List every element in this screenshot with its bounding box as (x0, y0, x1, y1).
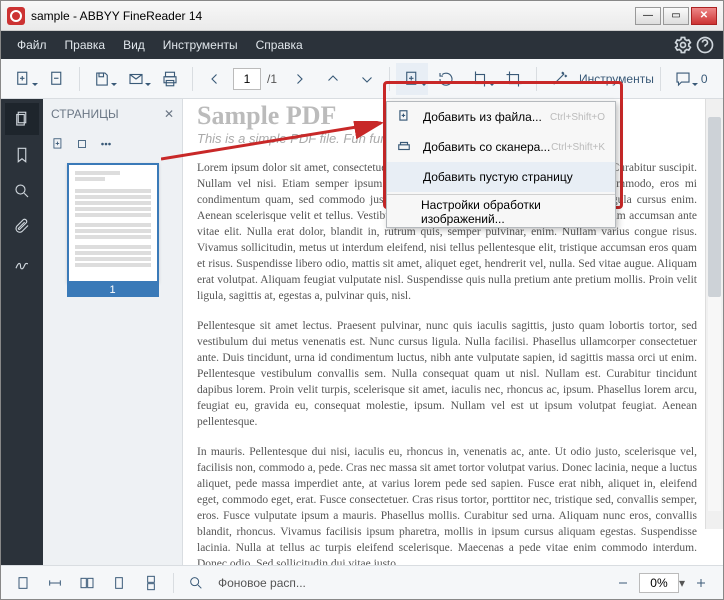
loupe-icon[interactable] (182, 570, 210, 596)
rotate-left-button[interactable] (430, 63, 462, 95)
thumb-page-number: 1 (67, 283, 159, 297)
window-title: sample - ABBYY FineReader 14 (31, 9, 202, 23)
rotate-button[interactable] (464, 63, 496, 95)
zoom-out-button[interactable] (609, 570, 637, 596)
menu-shortcut: Ctrl+Shift+K (551, 142, 605, 153)
comment-count: 0 (701, 72, 708, 86)
single-page-icon[interactable] (105, 570, 133, 596)
signature-tab-icon[interactable] (5, 247, 39, 279)
minimize-button[interactable]: — (635, 7, 661, 25)
toolbar: /1 Инструменты 0 (1, 59, 723, 99)
menu-help[interactable]: Справка (248, 34, 311, 56)
save-button[interactable] (86, 63, 118, 95)
menu-view[interactable]: Вид (115, 34, 153, 56)
menu-image-settings[interactable]: Настройки обработки изображений... (387, 197, 615, 227)
thumbs-title: СТРАНИЦЫ (51, 107, 119, 121)
crop-button[interactable] (498, 63, 530, 95)
zoom-in-button[interactable] (687, 570, 715, 596)
help-icon[interactable] (695, 35, 715, 55)
thumbs-close-icon[interactable]: ✕ (164, 107, 174, 121)
settings-icon[interactable] (673, 35, 693, 55)
menu-file[interactable]: Файл (9, 34, 55, 56)
scanner-icon (397, 139, 415, 156)
next-page-button[interactable] (283, 63, 315, 95)
thumb-rotate-icon[interactable] (75, 137, 89, 151)
menu-edit[interactable]: Правка (57, 34, 114, 56)
add-page-menu: Добавить из файла... Ctrl+Shift+O Добави… (386, 101, 616, 228)
menu-label: Настройки обработки изображений... (421, 198, 605, 226)
menu-label: Добавить из файла... (423, 110, 542, 124)
page-total: /1 (267, 72, 277, 86)
app-icon (7, 7, 25, 25)
page-down-button[interactable] (351, 63, 383, 95)
page-input[interactable] (233, 68, 261, 90)
fit-width-icon[interactable] (41, 570, 69, 596)
menu-shortcut: Ctrl+Shift+O (550, 112, 605, 123)
sidebar (1, 99, 43, 565)
file-plus-icon (397, 109, 415, 126)
menu-tools[interactable]: Инструменты (155, 34, 246, 56)
close-button[interactable]: ✕ (691, 7, 717, 25)
add-page-dropdown[interactable] (396, 63, 428, 95)
menubar: Файл Правка Вид Инструменты Справка (1, 31, 723, 59)
pages-tab-icon[interactable] (5, 103, 39, 135)
two-page-icon[interactable] (73, 570, 101, 596)
print-button[interactable] (154, 63, 186, 95)
maximize-button[interactable]: ▭ (663, 7, 689, 25)
menu-label: Добавить со сканера... (423, 140, 550, 154)
app-window: sample - ABBYY FineReader 14 — ▭ ✕ Файл … (0, 0, 724, 600)
bookmark-tab-icon[interactable] (5, 139, 39, 171)
menu-add-from-scanner[interactable]: Добавить со сканера... Ctrl+Shift+K (387, 132, 615, 162)
doc-paragraph: Pellentesque sit amet lectus. Praesent p… (197, 318, 697, 430)
thumb-more-icon[interactable] (99, 137, 113, 151)
page-thumbnail[interactable]: 1 (67, 163, 159, 297)
add-button[interactable] (7, 63, 39, 95)
continuous-icon[interactable] (137, 570, 165, 596)
fit-page-icon[interactable] (9, 570, 37, 596)
delete-button[interactable] (41, 63, 73, 95)
wand-icon[interactable] (543, 63, 575, 95)
doc-paragraph: In mauris. Pellentesque dui nisi, iaculi… (197, 444, 697, 565)
thumbnails-panel: СТРАНИЦЫ ✕ 1 (43, 99, 183, 565)
comment-button[interactable] (667, 63, 699, 95)
bottombar: Фоновое расп... ▾ (1, 565, 723, 599)
zoom-input[interactable] (639, 573, 679, 593)
vertical-scrollbar[interactable] (705, 99, 723, 529)
titlebar: sample - ABBYY FineReader 14 — ▭ ✕ (1, 1, 723, 31)
menu-add-from-file[interactable]: Добавить из файла... Ctrl+Shift+O (387, 102, 615, 132)
bg-recognition-label[interactable]: Фоновое расп... (218, 576, 306, 590)
attach-tab-icon[interactable] (5, 211, 39, 243)
thumb-add-icon[interactable] (51, 137, 65, 151)
prev-page-button[interactable] (199, 63, 231, 95)
search-tab-icon[interactable] (5, 175, 39, 207)
page-up-button[interactable] (317, 63, 349, 95)
tools-label[interactable]: Инструменты (579, 72, 654, 86)
send-button[interactable] (120, 63, 152, 95)
menu-label: Добавить пустую страницу (423, 170, 573, 184)
menu-add-blank-page[interactable]: Добавить пустую страницу (387, 162, 615, 192)
